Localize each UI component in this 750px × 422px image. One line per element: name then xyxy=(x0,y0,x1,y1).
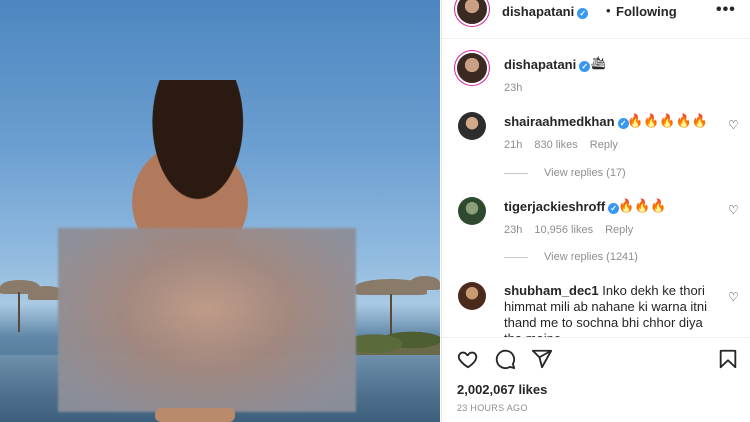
paper-plane-icon[interactable] xyxy=(531,348,553,370)
post-actions: 2,002,067 likes 23 HOURS AGO xyxy=(442,337,750,422)
person-legs xyxy=(155,408,235,422)
commenter-username[interactable]: shubham_dec1 xyxy=(504,283,599,298)
likes-count[interactable]: 2,002,067 likes xyxy=(457,382,547,397)
person-hair xyxy=(140,80,245,220)
comment-item: shubham_dec1 Inko dekh ke thori himmat m… xyxy=(442,0,750,337)
umbrella-shape xyxy=(410,276,440,290)
post-timestamp[interactable]: 23 HOURS AGO xyxy=(457,403,528,413)
post-photo[interactable] xyxy=(0,0,440,422)
umbrella-pole xyxy=(18,292,20,332)
comment-body: shubham_dec1 Inko dekh ke thori himmat m… xyxy=(504,283,722,337)
post-side-panel: dishapatani ✓ • Following ••• dishapatani… xyxy=(441,0,750,422)
comment-icon[interactable] xyxy=(494,348,516,370)
comment-like-heart-icon[interactable]: ♡ xyxy=(728,290,739,304)
heart-icon[interactable] xyxy=(457,348,479,370)
palm-trees xyxy=(345,322,440,358)
bookmark-icon[interactable] xyxy=(717,348,739,370)
commenter-avatar[interactable] xyxy=(458,282,486,310)
blur-censor-box xyxy=(58,228,356,412)
